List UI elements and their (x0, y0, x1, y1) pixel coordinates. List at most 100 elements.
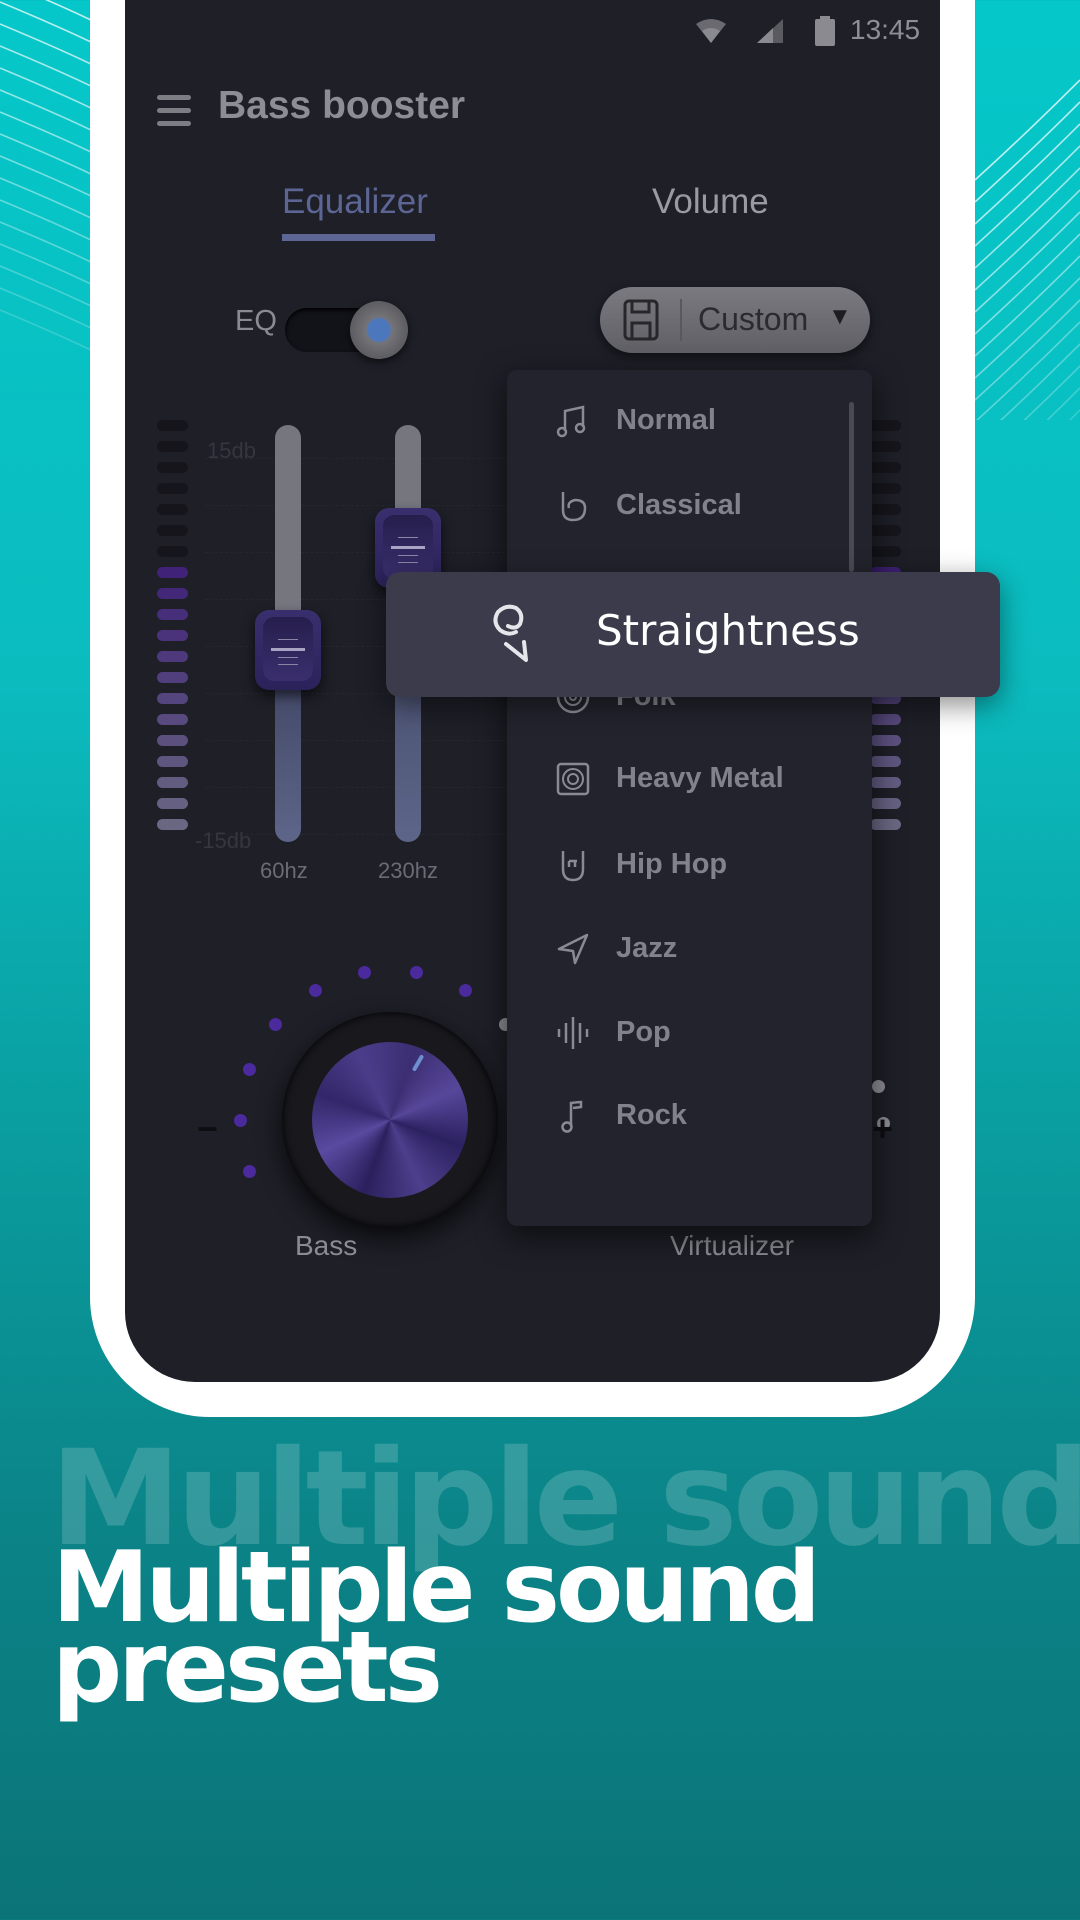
wave-line (0, 221, 96, 265)
meter-segment (157, 672, 188, 683)
bass-knob[interactable] (282, 1012, 498, 1228)
rock-hand-icon (561, 851, 585, 882)
meter-segment (157, 651, 188, 662)
preset-option-heavy-metal[interactable]: Heavy Metal (507, 744, 872, 814)
meter-segment (157, 504, 188, 515)
meter-segment (157, 819, 188, 830)
meter-segment (157, 756, 188, 767)
bass-minus-icon[interactable]: − (197, 1108, 218, 1150)
single-note-icon (561, 1100, 583, 1133)
wave-line (974, 255, 1080, 357)
wave-line (1068, 409, 1080, 420)
grip-line (398, 554, 418, 556)
wave-line (1046, 387, 1080, 420)
sound-wave-icon (557, 1017, 589, 1049)
bass-level-dot (269, 1017, 283, 1031)
wave-line (0, 23, 96, 67)
grip-line (271, 648, 305, 651)
meter-segment (157, 693, 188, 704)
bass-level-dot (243, 1165, 257, 1179)
meter-segment (157, 546, 188, 557)
preset-option-label: Normal (616, 404, 716, 436)
meter-segment (157, 441, 188, 452)
meter-segment (157, 798, 188, 809)
meter-segment (870, 756, 901, 767)
wave-line (0, 177, 96, 221)
meter-segment (157, 567, 188, 578)
preset-option-classical[interactable]: Classical (507, 471, 872, 541)
wave-line (0, 67, 96, 111)
bass-knob-face (312, 1042, 468, 1198)
virtualizer-plus-icon[interactable]: + (872, 1108, 893, 1150)
wave-line (974, 145, 1080, 247)
wave-line (0, 133, 96, 177)
wave-line (976, 321, 1080, 420)
meter-segment (870, 819, 901, 830)
preset-select-button[interactable]: Custom ▼ (600, 287, 870, 353)
meter-segment (870, 420, 901, 431)
meter-segment (157, 609, 188, 620)
wave-line (974, 79, 1080, 181)
eq-toggle[interactable] (285, 300, 415, 360)
wave-line (0, 309, 96, 353)
meter-segment (157, 630, 188, 641)
meter-segment (870, 777, 901, 788)
wave-line (0, 287, 96, 331)
wave-line (0, 111, 96, 155)
preset-highlighted-item[interactable]: Straightness (386, 572, 1000, 697)
wave-line (974, 189, 1080, 291)
tab-equalizer[interactable]: Equalizer (282, 182, 428, 222)
meter-segment (157, 525, 188, 536)
slider-thumb-face (263, 617, 313, 681)
band-label-230hz: 230hz (378, 858, 438, 883)
preset-option-rock[interactable]: Rock (507, 1081, 872, 1151)
status-time: 13:45 (850, 14, 921, 45)
bass-knob-control[interactable]: − + (185, 940, 547, 1300)
preset-option-jazz[interactable]: Jazz (507, 914, 872, 984)
bass-label: Bass (295, 1230, 358, 1261)
tab-volume[interactable]: Volume (652, 182, 769, 222)
hamburger-menu-icon[interactable] (157, 93, 191, 127)
meter-segment (870, 504, 901, 515)
preset-option-pop[interactable]: Pop (507, 998, 872, 1068)
promo-headline: Multiple sound presets (52, 1539, 821, 1717)
grip-line (391, 545, 425, 549)
preset-button-label: Custom (698, 301, 809, 337)
bass-level-dot (357, 966, 371, 980)
preset-option-label: Pop (616, 1016, 671, 1048)
preset-highlighted-label: Straightness (596, 606, 860, 655)
preset-option-hip-hop[interactable]: Hip Hop (507, 830, 872, 900)
meter-segment (870, 735, 901, 746)
grid-line (205, 740, 505, 742)
eq-toggle-knob (350, 301, 408, 359)
wave-line (974, 233, 1080, 335)
meter-segment (870, 546, 901, 557)
music-note-icon (556, 405, 586, 438)
wave-line (0, 1, 96, 45)
save-icon (623, 299, 659, 341)
grid-line (205, 787, 505, 789)
preset-button-divider (680, 299, 682, 341)
bass-level-dot (410, 966, 424, 980)
meter-segment (157, 735, 188, 746)
wave-line (0, 89, 96, 133)
grid-line (205, 552, 505, 554)
meter-segment (157, 483, 188, 494)
grip-line (278, 664, 298, 665)
wave-line (0, 45, 96, 89)
meter-segment (870, 483, 901, 494)
signal-icon (757, 19, 783, 43)
preset-option-label: Rock (616, 1099, 687, 1131)
wave-line (44, 0, 96, 23)
grip-line (278, 657, 298, 658)
preset-option-normal[interactable]: Normal (507, 386, 872, 456)
wave-line (1023, 365, 1080, 420)
meter-segment (870, 798, 901, 809)
trumpet-icon (557, 933, 589, 965)
meter-segment (870, 714, 901, 725)
wave-line (0, 265, 96, 309)
grip-line (278, 639, 298, 640)
meter-segment (870, 462, 901, 473)
slider-thumb[interactable] (255, 610, 321, 690)
saxophone-icon (561, 492, 587, 522)
